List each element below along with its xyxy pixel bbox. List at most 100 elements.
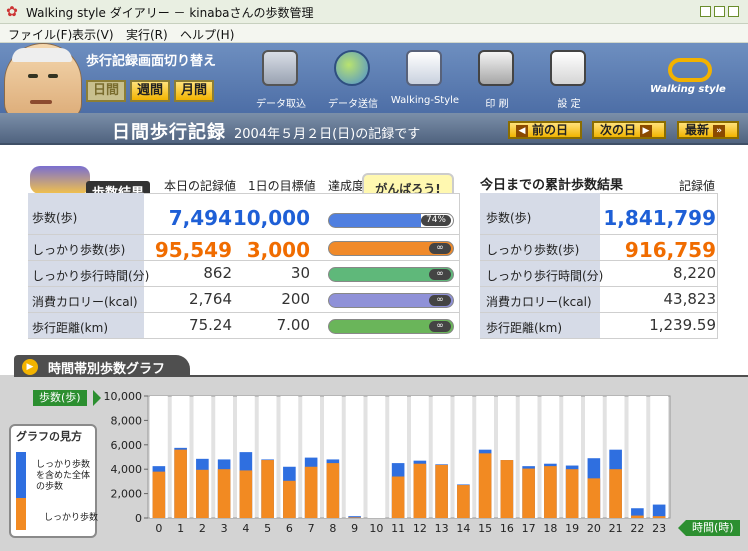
- x-tick-label: 17: [522, 522, 536, 535]
- brand-logo-text: Walking style: [650, 84, 726, 95]
- y-tick-label: 2,000: [111, 488, 143, 501]
- x-tick-label: 19: [565, 522, 579, 535]
- prev-day-label: 前の日: [532, 123, 569, 137]
- close-button[interactable]: [728, 6, 739, 17]
- cumulative-row-label: しっかり歩数(歩): [486, 243, 580, 257]
- firm-steps-bar: [457, 485, 470, 518]
- next-day-button[interactable]: 次の日 ▶: [592, 121, 666, 139]
- x-tick-label: 12: [413, 522, 427, 535]
- row-divider: [480, 312, 718, 313]
- computer-import-icon: [262, 50, 298, 86]
- double-arrow-right-icon: »: [713, 124, 726, 137]
- firm-steps-bar: [500, 460, 514, 518]
- latest-button[interactable]: 最新»: [677, 121, 739, 139]
- daily-row-value: 75.24: [189, 316, 232, 334]
- row-divider: [480, 286, 718, 287]
- firm-steps-bar: [261, 460, 274, 518]
- x-tick-label: 4: [242, 522, 249, 535]
- menu-view[interactable]: 表示(V): [72, 26, 114, 43]
- achievement-bar: ∞: [328, 240, 454, 256]
- row-divider: [28, 312, 460, 313]
- menu-run[interactable]: 実行(R): [126, 26, 168, 43]
- x-tick-label: 16: [500, 522, 514, 535]
- walking-style-button[interactable]: Walking-Style: [391, 47, 459, 109]
- y-tick-label: 8,000: [111, 414, 143, 427]
- data-import-button[interactable]: データ取込: [250, 47, 312, 110]
- y-tick-label: 10,000: [104, 390, 143, 403]
- minimize-button[interactable]: [700, 6, 711, 17]
- settings-clipboard-icon: [550, 50, 586, 86]
- x-axis-tag-arrow: [678, 520, 686, 536]
- x-tick-label: 2: [199, 522, 206, 535]
- firm-steps-bar: [544, 466, 557, 518]
- y-tick-label: 4,000: [111, 463, 143, 476]
- daily-row-goal: 200: [281, 290, 310, 308]
- cumulative-row-label: しっかり歩行時間(分): [486, 269, 604, 283]
- x-tick-label: 1: [177, 522, 184, 535]
- menu-file[interactable]: ファイル(F): [8, 26, 72, 43]
- prev-day-button[interactable]: ◀ 前の日: [508, 121, 582, 139]
- x-tick-label: 21: [609, 522, 623, 535]
- settings-button[interactable]: 設 定: [538, 47, 600, 110]
- guide-firm-text: しっかり歩数: [44, 513, 99, 523]
- daily-row-goal: 7.00: [276, 316, 310, 334]
- achievement-bar: 74%: [328, 212, 454, 228]
- firm-steps-bar: [283, 480, 296, 518]
- firm-steps-bar: [413, 463, 427, 518]
- firm-steps-bar: [326, 463, 340, 518]
- x-axis-tag: 時間(時): [686, 520, 740, 536]
- col-goal-header: 1日の目標値: [248, 179, 316, 193]
- cumulative-title: 今日までの累計歩数結果: [480, 178, 624, 193]
- firm-steps-bar: [304, 466, 318, 518]
- achievement-text: ∞: [429, 268, 451, 280]
- avatar-hair: [12, 48, 72, 62]
- cumulative-row-value: 1,841,799: [603, 206, 716, 230]
- app-icon: ✿: [6, 4, 18, 20]
- page-title: 日間歩行記録: [112, 122, 226, 143]
- view-daily-button[interactable]: 日間: [86, 80, 126, 102]
- x-tick-label: 18: [543, 522, 557, 535]
- firm-steps-bar: [217, 469, 231, 518]
- hour-column: [367, 396, 386, 518]
- cumulative-row-value: 8,220: [673, 264, 716, 282]
- col-achieve-header: 達成度: [328, 179, 365, 193]
- achievement-text: ∞: [429, 320, 451, 332]
- view-weekly-button[interactable]: 週間: [130, 80, 170, 102]
- daily-row-label: 歩行距離(km): [32, 321, 109, 335]
- achievement-text: ∞: [429, 294, 451, 306]
- achievement-bar: ∞: [328, 266, 454, 282]
- x-tick-label: 23: [652, 522, 666, 535]
- achievement-text: 74%: [421, 214, 451, 226]
- firm-steps-bar: [478, 453, 492, 518]
- daily-row-value: 95,549: [154, 238, 232, 262]
- latest-label: 最新: [685, 123, 710, 137]
- y-tick-label: 6,000: [111, 439, 143, 452]
- firm-steps-bar: [152, 471, 166, 518]
- x-tick-label: 6: [286, 522, 293, 535]
- x-tick-label: 20: [587, 522, 601, 535]
- daily-row-label: 消費カロリー(kcal): [32, 295, 138, 309]
- maximize-button[interactable]: [714, 6, 725, 17]
- arrow-left-icon: ◀: [516, 124, 528, 137]
- x-tick-label: 0: [155, 522, 162, 535]
- avatar-mouth: [30, 100, 52, 104]
- hour-column: [650, 396, 668, 518]
- walking-style-label: Walking-Style: [390, 95, 460, 106]
- view-monthly-button[interactable]: 月間: [174, 80, 214, 102]
- avatar-eye: [28, 74, 38, 78]
- hour-column: [345, 396, 364, 518]
- guide-firm-bar: [16, 498, 26, 530]
- x-tick-label: 15: [478, 522, 492, 535]
- x-tick-label: 13: [435, 522, 449, 535]
- firm-steps-bar: [391, 476, 405, 518]
- print-button[interactable]: 印 刷: [466, 47, 528, 110]
- x-tick-label: 14: [456, 522, 470, 535]
- menu-help[interactable]: ヘルプ(H): [180, 26, 234, 43]
- x-tick-label: 7: [308, 522, 315, 535]
- hour-column: [628, 396, 647, 518]
- data-import-label: データ取込: [256, 99, 306, 110]
- x-tick-label: 9: [351, 522, 358, 535]
- firm-steps-bar: [435, 464, 448, 518]
- row-divider: [28, 338, 460, 339]
- data-send-button[interactable]: データ送信: [322, 47, 384, 110]
